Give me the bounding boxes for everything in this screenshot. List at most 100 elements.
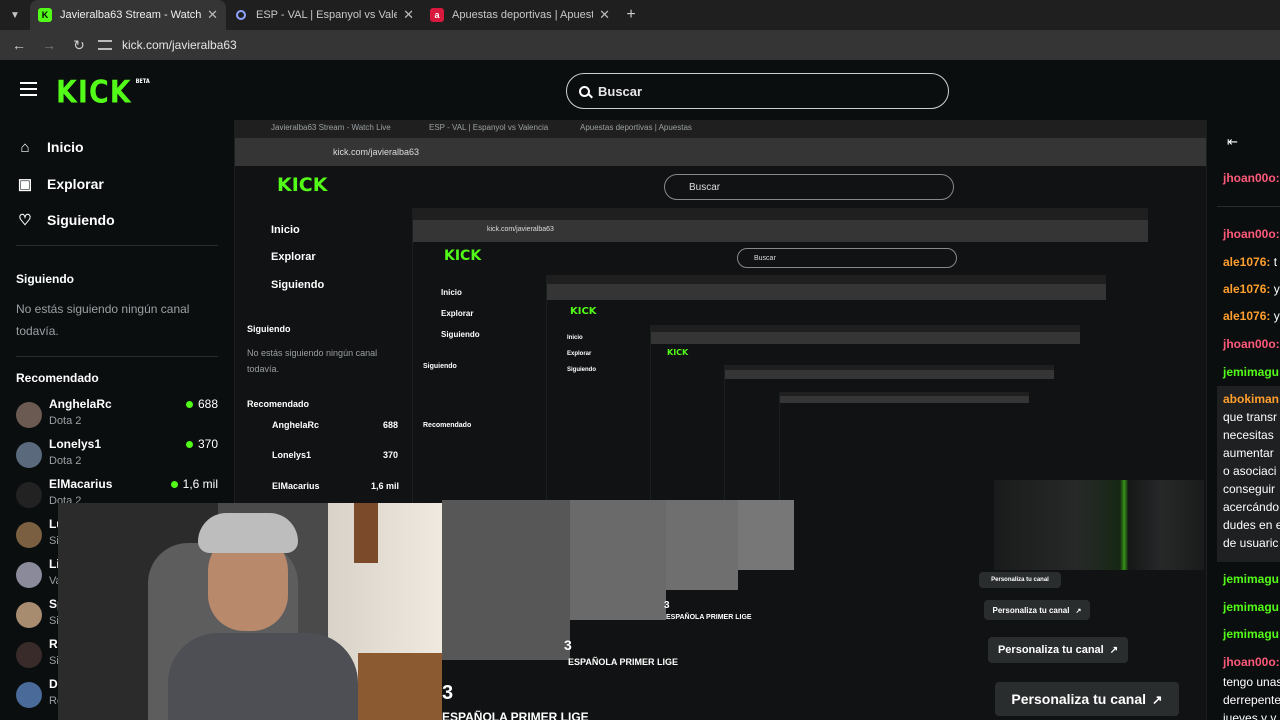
nested-address-bar xyxy=(780,396,1029,403)
nested-section-title: Recomendado xyxy=(247,399,310,409)
sidebar-item-siguiendo[interactable]: ♡ Siguiendo xyxy=(16,208,114,232)
chat-text: dudes en e xyxy=(1223,518,1280,532)
chat-text: acercándo xyxy=(1223,500,1280,514)
close-tab-icon[interactable]: ✕ xyxy=(207,7,218,23)
external-link-icon: ↗ xyxy=(1075,605,1082,615)
nested-section-title: Recomendado xyxy=(423,422,472,429)
kick-favicon-icon: K xyxy=(38,8,52,22)
chat-text: t xyxy=(1270,255,1278,269)
chat-username[interactable]: jemimagu xyxy=(1223,365,1279,379)
close-tab-icon[interactable]: ✕ xyxy=(403,7,414,23)
divider xyxy=(16,245,218,246)
home-icon: ⌂ xyxy=(20,138,30,156)
chat-message: jhoan00o: xyxy=(1223,171,1280,185)
browser-tab[interactable]: ESP - VAL | Espanyol vs Valencia ✕ xyxy=(226,0,422,30)
kick-logo[interactable]: KICK BETA xyxy=(56,75,150,111)
chat-username[interactable]: jhoan00o: xyxy=(1223,655,1280,669)
chat-text: que transr xyxy=(1223,410,1278,424)
search-input[interactable] xyxy=(598,83,898,99)
collapse-chat-icon[interactable]: ⇤ xyxy=(1227,134,1238,150)
live-dot-icon xyxy=(170,480,178,488)
logo-text: KICK xyxy=(56,75,132,111)
nested-channel-name: ElMacarius xyxy=(272,481,320,491)
chat-username[interactable]: ale1076: xyxy=(1223,282,1270,296)
chat-username[interactable]: jemimagu xyxy=(1223,627,1279,641)
heart-icon: ♡ xyxy=(18,212,32,229)
nested-nav-label: Siguiendo xyxy=(441,330,480,339)
browser-address-bar: ← → ↻ kick.com/javieralba63 xyxy=(0,30,1280,60)
nested-nav-label: Inicio xyxy=(567,335,583,341)
chat-username[interactable]: ale1076: xyxy=(1223,309,1270,323)
avatar xyxy=(16,642,42,668)
chat-username[interactable]: ale1076: xyxy=(1223,255,1270,269)
channel-name: ElMacarius xyxy=(49,477,113,491)
recommended-channel[interactable]: AnghelaRc Dota 2 688 xyxy=(16,397,218,433)
site-header: KICK BETA xyxy=(0,60,1280,120)
nested-search: Buscar xyxy=(737,248,957,268)
nested-viewer-count: 370 xyxy=(383,450,399,460)
nested-nav-label: Siguiendo xyxy=(271,279,325,291)
chat-message: ale1076: y xyxy=(1223,309,1280,323)
nested-address-bar xyxy=(651,332,1080,344)
webcam-door xyxy=(354,503,378,563)
live-dot-icon xyxy=(185,400,193,408)
chat-message: jhoan00o: xyxy=(1223,227,1280,241)
recommended-channel[interactable]: Lonelys1 Dota 2 370 xyxy=(16,437,218,473)
chat-message: ale1076: t xyxy=(1223,255,1277,269)
nested-logo: KICK xyxy=(444,248,482,264)
new-tab-icon[interactable]: + xyxy=(618,6,644,24)
customize-channel-echo: Personaliza tu canal ↗ xyxy=(988,637,1128,663)
back-arrow-icon[interactable]: ← xyxy=(4,37,34,53)
nested-logo: KICK xyxy=(570,306,597,317)
nested-tab-title: Apuestas deportivas | Apuestas xyxy=(580,123,692,132)
forward-arrow-icon[interactable]: → xyxy=(34,37,64,53)
close-tab-icon[interactable]: ✕ xyxy=(599,7,610,23)
search-bar[interactable] xyxy=(566,73,949,109)
stream-number-echo: 3 xyxy=(664,600,670,611)
chat-username[interactable]: jemimagu xyxy=(1223,572,1279,586)
tab-search-button[interactable]: ▼ xyxy=(0,0,30,30)
webcam-overlay xyxy=(58,503,442,720)
reload-icon[interactable]: ↻ xyxy=(64,37,94,54)
nested-nav-label: Inicio xyxy=(271,224,300,236)
chat-message: jemimagu xyxy=(1223,365,1279,379)
viewer-count-value: 688 xyxy=(197,397,218,411)
url-text: kick.com/javieralba63 xyxy=(122,38,237,52)
chat-username[interactable]: jhoan00o: xyxy=(1223,337,1280,351)
webcam-echo xyxy=(442,500,570,660)
chat-username[interactable]: jemimagu xyxy=(1223,600,1279,614)
customize-channel-echo: Personaliza tu canal ↗ xyxy=(984,600,1090,620)
nested-nav-label: Inicio xyxy=(441,288,462,297)
site-settings-icon[interactable] xyxy=(98,40,112,50)
viewer-count: 370 xyxy=(185,437,218,451)
chat-username[interactable]: jhoan00o: xyxy=(1223,227,1280,241)
browser-tab[interactable]: a Apuestas deportivas | Apuestas ✕ xyxy=(422,0,618,30)
explore-icon: ▣ xyxy=(17,176,33,193)
chat-username[interactable]: jhoan00o: xyxy=(1223,171,1280,185)
menu-icon[interactable] xyxy=(20,82,37,96)
chat-text: aumentar xyxy=(1223,446,1274,460)
browser-tab-bar: ▼ K Javieralba63 Stream - Watch Live ✕ E… xyxy=(0,0,1280,30)
beta-badge: BETA xyxy=(135,78,150,86)
nested-nav-label: Explorar xyxy=(567,351,592,357)
customize-channel-label: Personaliza tu canal xyxy=(1011,691,1147,707)
espn-favicon-icon xyxy=(236,10,246,20)
customize-channel-button[interactable]: Personaliza tu canal ↗ xyxy=(995,682,1179,716)
nested-viewer-count: 1,6 mil xyxy=(371,481,400,491)
sidebar-item-explorar[interactable]: ▣ Explorar xyxy=(16,172,104,196)
following-heading: Siguiendo xyxy=(16,272,74,286)
sidebar-item-inicio[interactable]: ⌂ Inicio xyxy=(16,135,83,159)
external-link-icon: ↗ xyxy=(1152,692,1163,707)
chat-text: derrepente xyxy=(1223,693,1280,707)
channel-game: Dota 2 xyxy=(49,415,82,427)
browser-tab[interactable]: K Javieralba63 Stream - Watch Live ✕ xyxy=(30,0,226,30)
nested-logo: KICK xyxy=(667,348,689,357)
chat-text: necesitas xyxy=(1223,428,1274,442)
url-field[interactable]: kick.com/javieralba63 xyxy=(98,38,237,52)
betting-favicon-icon: a xyxy=(430,8,444,22)
nested-tab-bar xyxy=(547,275,1106,284)
chat-text: conseguir xyxy=(1223,482,1276,496)
chat-username[interactable]: abokiman xyxy=(1223,392,1279,406)
nested-search: Buscar xyxy=(664,174,954,200)
customize-channel-echo: Personaliza tu canal xyxy=(979,572,1061,588)
